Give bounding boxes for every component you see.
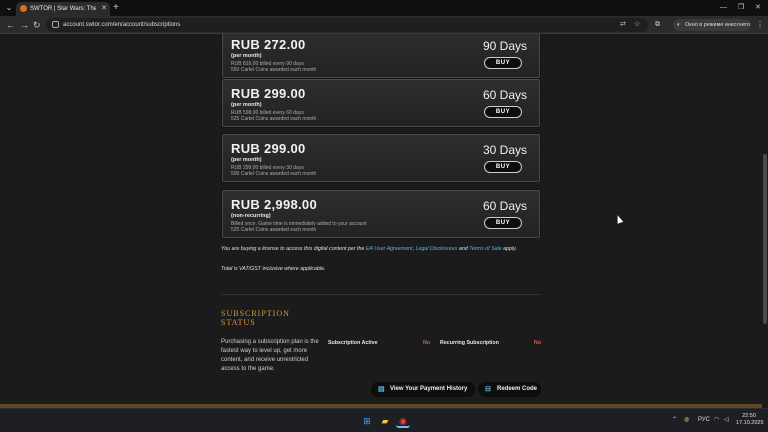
subscription-status-description: Purchasing a subscription plan is the fa…	[221, 339, 319, 372]
buy-button[interactable]: BUY	[484, 57, 522, 69]
wifi-icon[interactable]: ◠	[714, 415, 719, 425]
extensions-icon[interactable]: ⧉	[655, 20, 660, 30]
browser-toolbar: ← → ↻ account.swtor.com/en/account/subsc…	[0, 16, 768, 34]
tray-app-icon[interactable]: ◍	[684, 415, 689, 425]
plan-period: (per month)	[231, 102, 262, 108]
scrollbar-thumb[interactable]	[763, 154, 767, 324]
subscription-active-label: Subscription Active	[328, 340, 378, 346]
reload-icon[interactable]: ↻	[33, 19, 41, 31]
plan-coins-line: 500 Cartel Coins awarded each month	[231, 171, 317, 177]
windows-taskbar: ⊞ ▰ ◉ ⌃ ◍ РУС ◠ ◁ 22:50 17.10.2025	[0, 408, 768, 432]
minimize-icon[interactable]: —	[720, 2, 727, 14]
legal-and: and	[458, 246, 468, 252]
view-payment-history-button[interactable]: ▤ View Your Payment History	[371, 382, 475, 397]
plan-coins-line: 525 Cartel Coins awarded each month	[231, 116, 317, 122]
buy-button[interactable]: BUY	[484, 106, 522, 118]
section-divider	[221, 294, 541, 295]
file-explorer-icon[interactable]: ▰	[378, 414, 392, 428]
vat-note: Total is VAT/GST inclusive where applica…	[221, 266, 326, 272]
mouse-cursor-icon	[614, 214, 624, 224]
recurring-subscription-value: No	[534, 340, 542, 346]
subscription-active-value: No	[423, 340, 431, 346]
clock-time: 22:50	[742, 413, 756, 419]
address-bar[interactable]: account.swtor.com/en/account/subscriptio…	[46, 18, 648, 32]
plan-period: (per month)	[231, 53, 262, 59]
terms-of-sale-link[interactable]: Terms of Sale	[469, 246, 501, 252]
clock-date: 17.10.2025	[736, 420, 764, 426]
plan-days: 90 Days	[482, 39, 527, 53]
plan-days: 30 Days	[482, 143, 527, 157]
plan-price: RUB 272.00	[231, 37, 306, 52]
document-icon: ▤	[378, 386, 385, 393]
profile-label: Окно в режиме инкогнито	[685, 22, 751, 28]
chrome-icon[interactable]: ◉	[396, 414, 410, 428]
url-text: account.swtor.com/en/account/subscriptio…	[63, 22, 181, 28]
redeem-code-label: Redeem Code	[497, 386, 538, 392]
plan-days: 60 Days	[482, 88, 527, 102]
plan-coins-line: 550 Cartel Coins awarded each month	[231, 67, 317, 73]
incognito-icon: ◐	[677, 22, 681, 28]
recurring-subscription-label: Recurring Subscription	[440, 340, 499, 346]
ea-user-agreement-link[interactable]: EA User Agreement	[366, 246, 413, 252]
plan-days: 60 Days	[482, 199, 527, 213]
browser-tab[interactable]: SWTOR | Star Wars: The Old Re ✕	[16, 2, 110, 16]
new-tab-icon[interactable]: +	[113, 2, 119, 14]
system-clock[interactable]: 22:50 17.10.2025	[736, 413, 764, 427]
translate-icon[interactable]: ⇄	[620, 20, 626, 30]
redeem-code-button[interactable]: ⊟ Redeem Code	[478, 382, 541, 397]
buy-button[interactable]: BUY	[484, 217, 522, 229]
tab-title: SWTOR | Star Wars: The Old Re	[30, 6, 96, 12]
plan-period: (per month)	[231, 157, 262, 163]
back-icon[interactable]: ←	[6, 19, 15, 31]
site-info-icon[interactable]	[52, 21, 59, 28]
tab-search-icon[interactable]: ⌄	[3, 2, 15, 14]
payment-history-label: View Your Payment History	[390, 386, 468, 392]
buy-button[interactable]: BUY	[484, 161, 522, 173]
plan-period: (non-recurring)	[231, 213, 271, 219]
subscription-status-title: SUBSCRIPTION STATUS	[221, 309, 290, 327]
language-indicator[interactable]: РУС	[698, 415, 710, 425]
browser-menu-icon[interactable]: ⋮	[756, 19, 764, 31]
legal-disclosures-link[interactable]: Legal Disclosures	[416, 246, 458, 252]
legal-notice: You are buying a license to access this …	[221, 246, 541, 253]
gift-card-icon: ⊟	[485, 386, 491, 393]
plan-card-30-days: RUB 299.00 (per month) RUB 299.00 billed…	[222, 134, 540, 182]
plan-price: RUB 299.00	[231, 86, 306, 101]
volume-icon[interactable]: ◁	[724, 415, 729, 425]
legal-suffix: apply.	[503, 246, 517, 252]
plan-price: RUB 299.00	[231, 141, 306, 156]
plan-coins-line: 525 Cartel Coins awarded each month	[231, 227, 317, 233]
windows-start-icon[interactable]: ⊞	[360, 414, 374, 428]
plan-price: RUB 2,998.00	[231, 197, 317, 212]
incognito-profile-button[interactable]: ◐ Окно в режиме инкогнито	[673, 19, 751, 31]
close-tab-icon[interactable]: ✕	[101, 4, 107, 14]
tray-overflow-icon[interactable]: ⌃	[672, 415, 677, 425]
swtor-favicon-icon	[20, 5, 27, 12]
page-scrollbar[interactable]	[762, 34, 768, 408]
legal-prefix: You are buying a license to access this …	[221, 246, 365, 252]
maximize-icon[interactable]: ❐	[738, 2, 744, 14]
close-window-icon[interactable]: ✕	[755, 2, 761, 14]
legal-separator: ,	[412, 246, 415, 252]
plan-card-90-days: RUB 272.00 (per month) RUB 816.00 billed…	[222, 34, 540, 78]
plan-card-non-recurring: RUB 2,998.00 (non-recurring) Billed once…	[222, 190, 540, 238]
plan-card-60-days: RUB 299.00 (per month) RUB 598.00 billed…	[222, 79, 540, 127]
forward-icon[interactable]: →	[20, 19, 29, 31]
tab-strip: ⌄ SWTOR | Star Wars: The Old Re ✕ + — ❐ …	[0, 0, 768, 16]
page-content: RUB 272.00 (per month) RUB 816.00 billed…	[0, 34, 762, 408]
bookmark-star-icon[interactable]: ☆	[634, 20, 640, 30]
